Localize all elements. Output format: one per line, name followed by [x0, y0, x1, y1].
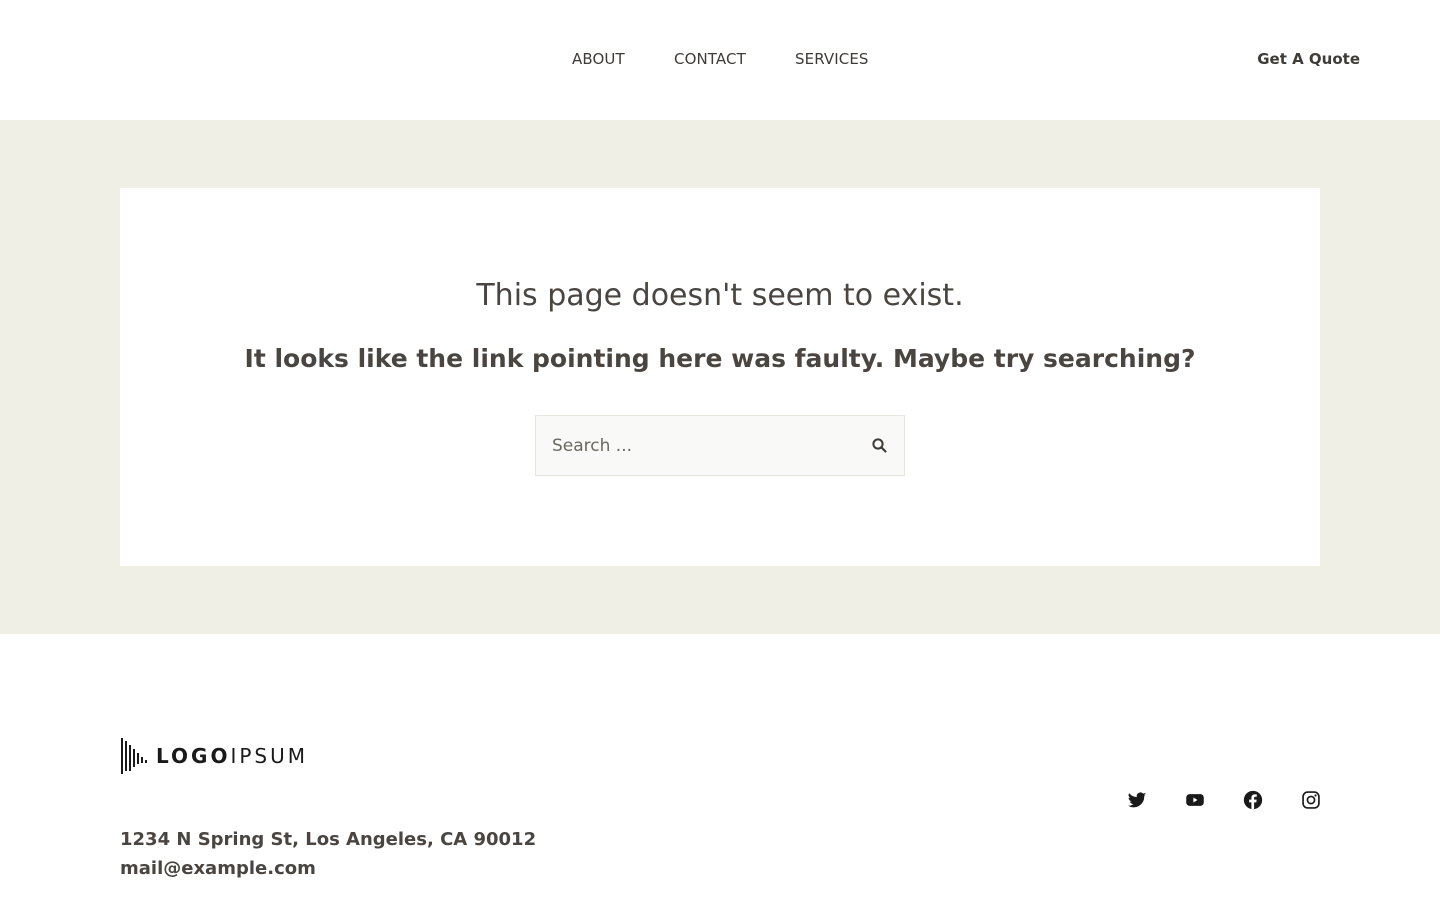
twitter-link[interactable] — [1127, 790, 1147, 810]
instagram-icon — [1302, 791, 1320, 809]
search-icon — [872, 438, 887, 453]
nav-contact[interactable]: CONTACT — [674, 50, 746, 68]
site-footer: LOGOIPSUM 1234 N Spring St, Los Angeles,… — [0, 634, 1440, 900]
nav-about[interactable]: ABOUT — [572, 50, 625, 68]
youtube-icon — [1186, 794, 1204, 806]
get-a-quote-button[interactable]: Get A Quote — [1257, 50, 1360, 68]
site-header: ABOUT CONTACT SERVICES Get A Quote — [0, 0, 1440, 120]
footer-address: 1234 N Spring St, Los Angeles, CA 90012 — [120, 829, 537, 850]
twitter-icon — [1127, 792, 1147, 808]
facebook-icon — [1243, 790, 1263, 810]
page-subtitle: It looks like the link pointing here was… — [244, 344, 1196, 373]
nav-services[interactable]: SERVICES — [795, 50, 869, 68]
footer-email[interactable]: mail@example.com — [120, 858, 316, 880]
search-form — [535, 415, 905, 476]
logo-mark-icon — [121, 738, 147, 774]
search-button[interactable] — [870, 436, 890, 456]
footer-logo[interactable]: LOGOIPSUM — [120, 736, 308, 776]
youtube-link[interactable] — [1185, 790, 1205, 810]
content-band: This page doesn't seem to exist. It look… — [0, 120, 1440, 634]
not-found-card: This page doesn't seem to exist. It look… — [120, 188, 1320, 566]
search-input[interactable] — [536, 416, 856, 475]
instagram-link[interactable] — [1301, 790, 1321, 810]
facebook-link[interactable] — [1243, 790, 1263, 810]
page-title: This page doesn't seem to exist. — [476, 278, 964, 313]
logo-text: LOGOIPSUM — [156, 744, 309, 768]
